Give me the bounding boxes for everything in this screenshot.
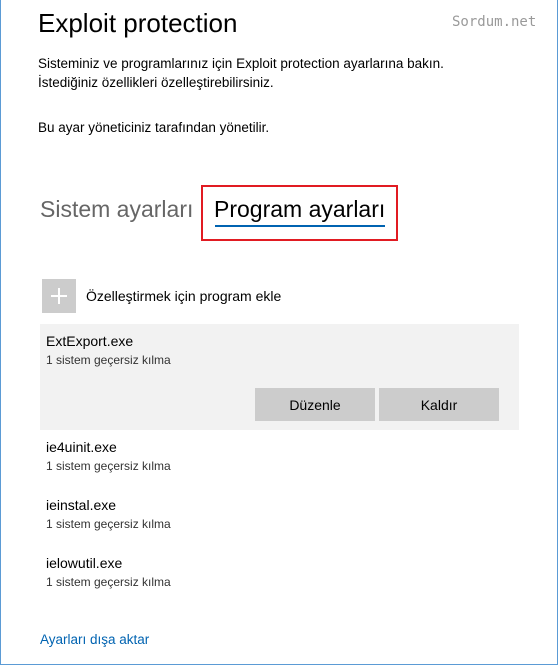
add-program-label: Özelleştirmek için program ekle [86, 288, 282, 304]
program-status: 1 sistem geçersiz kılma [46, 575, 171, 589]
annotation-highlight-box [201, 185, 398, 241]
program-status: 1 sistem geçersiz kılma [46, 353, 171, 367]
edit-button[interactable]: Düzenle [255, 388, 375, 421]
managed-notice: Bu ayar yöneticiniz tarafından yönetilir… [38, 120, 270, 135]
program-status: 1 sistem geçersiz kılma [46, 459, 171, 473]
description-line-2: İstediğiniz özellikleri özelleştirebilir… [38, 75, 274, 90]
program-name: ie4uinit.exe [46, 439, 117, 455]
program-name: ielowutil.exe [46, 555, 123, 571]
export-settings-link[interactable]: Ayarları dışa aktar [40, 632, 149, 647]
add-program-button[interactable]: Özelleştirmek için program ekle [42, 278, 281, 314]
program-status: 1 sistem geçersiz kılma [46, 517, 171, 531]
plus-icon [42, 279, 76, 313]
remove-button[interactable]: Kaldır [379, 388, 499, 421]
watermark: Sordum.net [452, 14, 537, 30]
program-name: ExtExport.exe [46, 333, 134, 349]
page-description: Sisteminiz ve programlarınız için Exploi… [38, 54, 538, 92]
tab-system-settings[interactable]: Sistem ayarları [40, 196, 193, 223]
page-title: Exploit protection [38, 8, 238, 38]
program-name: ieinstal.exe [46, 497, 117, 513]
description-line-1: Sisteminiz ve programlarınız için Exploi… [38, 56, 444, 71]
